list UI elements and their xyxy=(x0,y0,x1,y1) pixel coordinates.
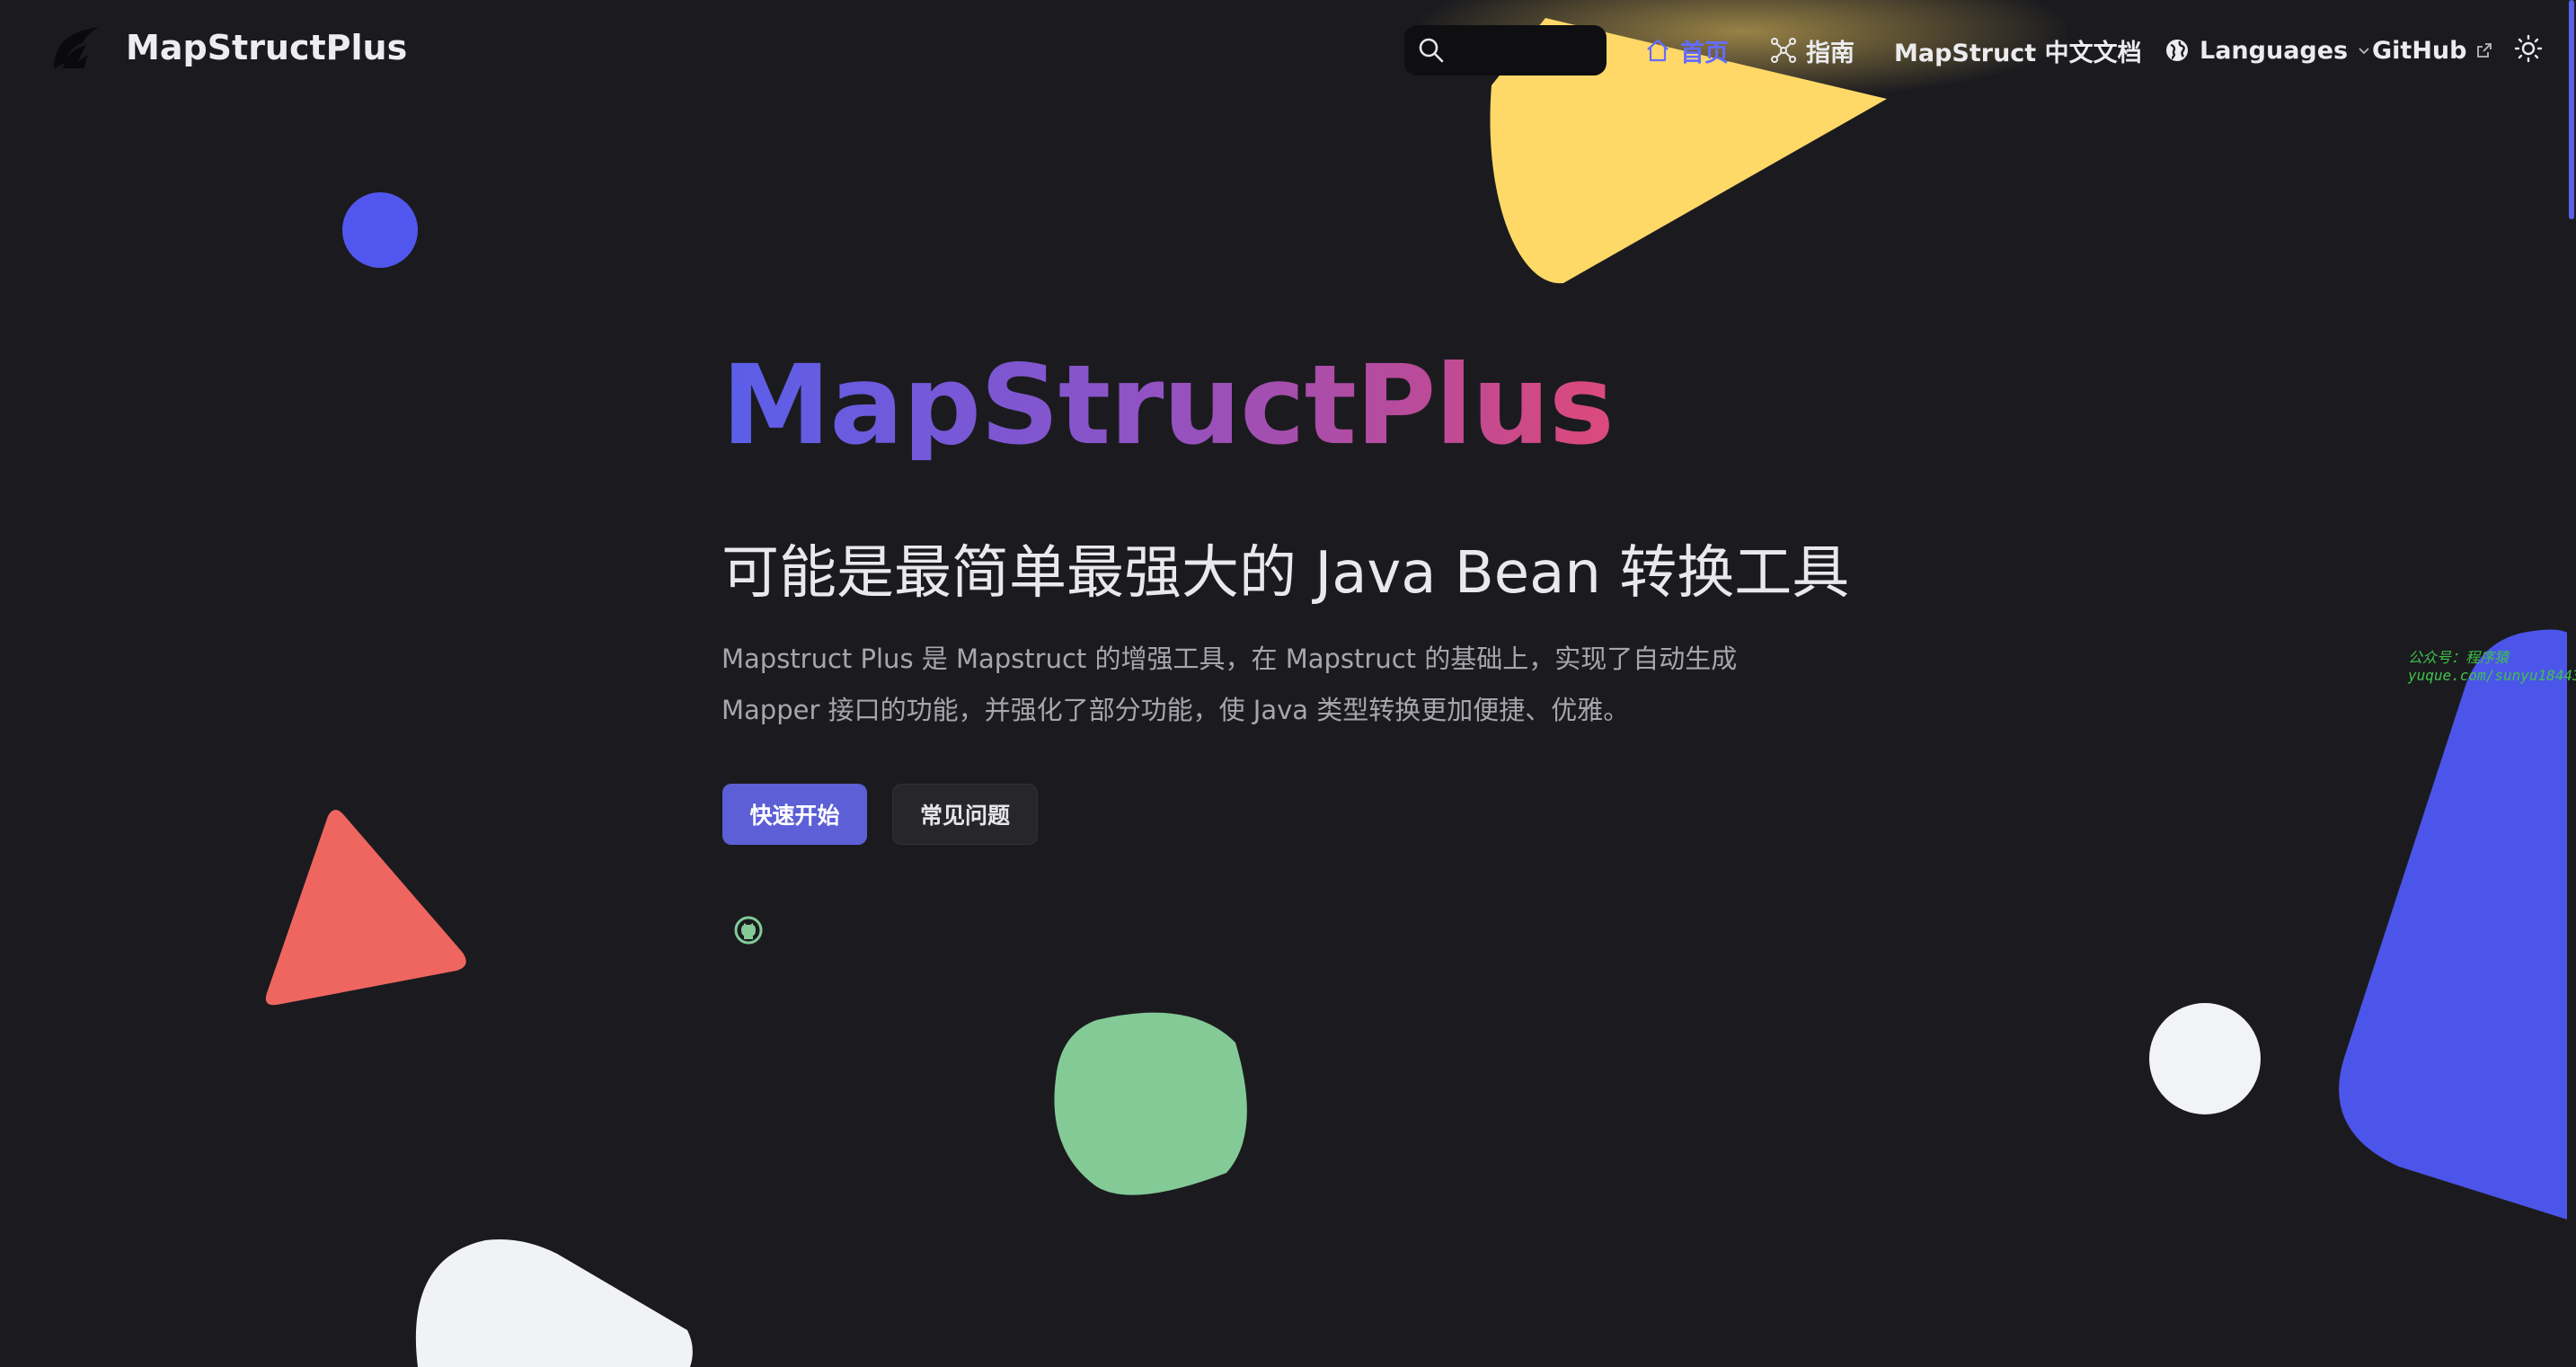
nav-item-mapstruct-docs[interactable]: MapStruct 中文文档 xyxy=(1894,32,2142,68)
hero-description: Mapstruct Plus 是 Mapstruct 的增强工具，在 Mapst… xyxy=(721,634,1800,736)
nav-item-label: 指南 xyxy=(1806,39,1855,67)
nav-item-label: MapStruct 中文文档 xyxy=(1894,39,2142,67)
get-started-button[interactable]: 快速开始 xyxy=(722,784,867,845)
nav-item-label: 首页 xyxy=(1680,39,1729,67)
guide-icon xyxy=(1771,38,1796,63)
search-icon xyxy=(1419,38,1444,63)
white-circle-shape xyxy=(2149,1003,2261,1114)
green-blob-shape xyxy=(1054,1012,1247,1195)
github-icon[interactable] xyxy=(733,915,764,945)
nav-item-label: GitHub xyxy=(2372,36,2467,65)
external-link-icon xyxy=(2477,43,2492,58)
navbar: MapStructPlus 首页 指南 MapStruct 中文文档 Langu… xyxy=(0,0,2576,101)
watermark-line: 公众号：程序猿 xyxy=(2408,649,2510,666)
watermark-line: yuque.com/sunyu18443 xyxy=(2408,667,2576,684)
hero-description-line: Mapper 接口的功能，并强化了部分功能，使 Java 类型转换更加便捷、优雅… xyxy=(721,695,1630,725)
brand[interactable]: MapStructPlus xyxy=(50,23,407,72)
globe-icon xyxy=(2166,40,2188,61)
home-icon xyxy=(1647,39,1669,62)
watermark: 公众号：程序猿 yuque.com/sunyu18443 xyxy=(2408,649,2576,685)
search-box[interactable] xyxy=(1404,25,1607,75)
blue-circle-shape xyxy=(342,192,418,268)
sun-icon[interactable] xyxy=(2514,34,2543,63)
logo-icon xyxy=(54,27,99,68)
hero-title: MapStructPlus xyxy=(721,342,1615,469)
blue-large-shape xyxy=(2339,629,2576,1222)
chevron-down-icon xyxy=(2359,48,2369,55)
nav-item-github[interactable]: GitHub xyxy=(2372,32,2493,68)
nav-item-home[interactable]: 首页 xyxy=(1644,32,1729,68)
nav-item-label: Languages xyxy=(2200,36,2349,65)
nav-item-languages[interactable]: Languages xyxy=(2164,32,2371,68)
hero-description-line: Mapstruct Plus 是 Mapstruct 的增强工具，在 Mapst… xyxy=(721,644,1738,674)
hero-subtitle: 可能是最简单最强大的 Java Bean 转换工具 xyxy=(721,540,1850,607)
brand-title: MapStructPlus xyxy=(126,28,408,67)
nav-item-guide[interactable]: 指南 xyxy=(1770,32,1855,68)
white-capsule-shape xyxy=(415,1239,693,1367)
search-input[interactable] xyxy=(1455,34,1598,68)
red-triangle-shape xyxy=(265,809,466,1006)
faq-button[interactable]: 常见问题 xyxy=(892,784,1038,845)
